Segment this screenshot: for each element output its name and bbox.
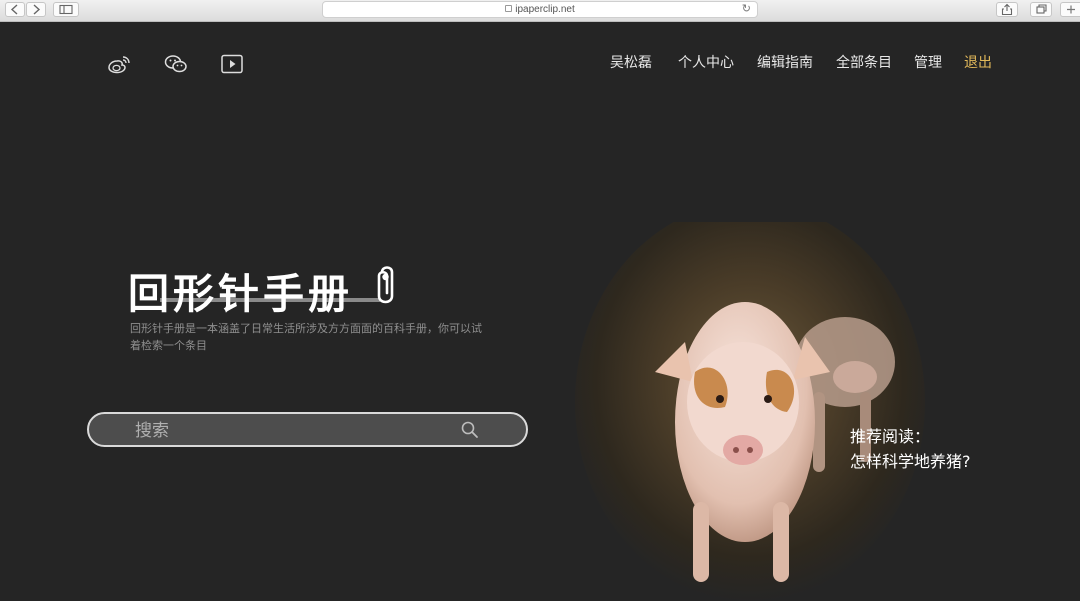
back-button[interactable] bbox=[5, 2, 25, 17]
sidebar-button[interactable] bbox=[53, 2, 79, 17]
recommended-label: 推荐阅读： bbox=[850, 427, 931, 446]
forward-button[interactable] bbox=[26, 2, 46, 17]
share-button[interactable] bbox=[996, 2, 1018, 17]
chevron-right-icon bbox=[33, 4, 41, 15]
lock-icon bbox=[505, 5, 513, 12]
search-icon[interactable] bbox=[460, 420, 480, 440]
address-bar[interactable]: ipaperclip.net ↻ bbox=[322, 1, 758, 18]
nav-profile[interactable]: 个人中心 bbox=[678, 52, 734, 72]
recommended-title[interactable]: 怎样科学地养猪? bbox=[850, 449, 971, 474]
nav-user[interactable]: 吴松磊 bbox=[610, 52, 652, 72]
paperclip-icon bbox=[377, 266, 394, 304]
nav-logout[interactable]: 退出 bbox=[964, 52, 992, 72]
video-play-icon[interactable] bbox=[220, 54, 244, 74]
site-logo: 回形针手册 bbox=[128, 260, 418, 318]
reload-icon[interactable]: ↻ bbox=[742, 2, 751, 17]
wechat-icon[interactable] bbox=[164, 54, 188, 74]
tabs-button[interactable] bbox=[1030, 2, 1052, 17]
site-description: 回形针手册是一本涵盖了日常生活所涉及方方面面的百科手册，你可以试着检索一个条目 bbox=[130, 322, 482, 352]
recommended-reading[interactable]: 推荐阅读： 怎样科学地养猪? bbox=[850, 424, 971, 474]
chevron-left-icon bbox=[10, 4, 18, 15]
url-text: ipaperclip.net bbox=[515, 4, 575, 15]
new-tab-button[interactable] bbox=[1060, 2, 1080, 17]
weibo-icon[interactable] bbox=[107, 54, 131, 74]
search-box bbox=[87, 412, 528, 447]
nav-all-entries[interactable]: 全部条目 bbox=[836, 52, 892, 72]
search-input[interactable] bbox=[133, 420, 457, 442]
plus-icon bbox=[1066, 5, 1075, 14]
nav-admin[interactable]: 管理 bbox=[914, 52, 942, 72]
nav-guide[interactable]: 编辑指南 bbox=[757, 52, 813, 72]
share-icon bbox=[1001, 3, 1013, 16]
logo-text: 回形针手册 bbox=[128, 270, 353, 318]
browser-toolbar: ipaperclip.net ↻ bbox=[0, 0, 1080, 22]
sidebar-icon bbox=[59, 4, 73, 15]
featured-pig-image[interactable] bbox=[575, 222, 925, 601]
tabs-icon bbox=[1036, 4, 1047, 14]
page: 吴松磊 个人中心 编辑指南 全部条目 管理 退出 回形针手册 回形针手册是一本涵… bbox=[0, 22, 1080, 601]
